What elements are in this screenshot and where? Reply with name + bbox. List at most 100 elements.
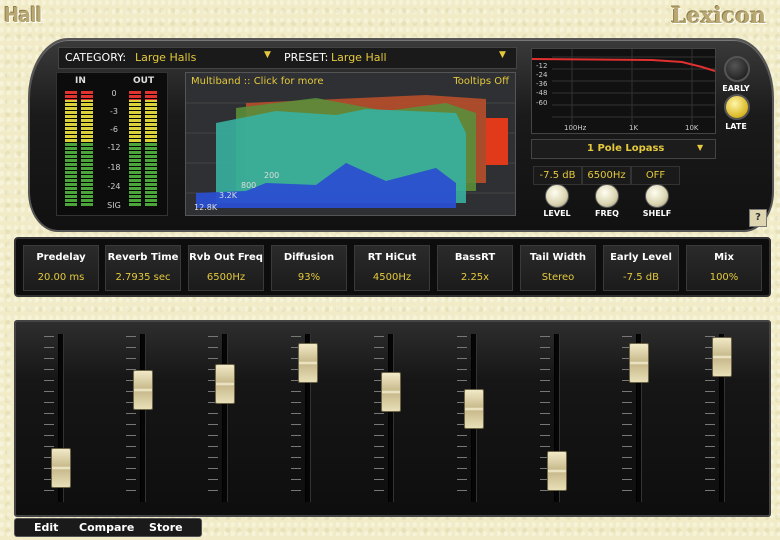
param-name: Early Level	[610, 252, 672, 263]
tooltips-toggle[interactable]: Tooltips Off	[453, 76, 509, 87]
param-name: RT HiCut	[367, 252, 417, 263]
param-name: Mix	[714, 252, 734, 263]
fader-handle-early-level[interactable]	[629, 343, 649, 384]
multiband-link[interactable]: Multiband :: Click for more	[191, 76, 324, 87]
app-title: Hall	[4, 3, 42, 27]
param-name: Reverb Time	[107, 252, 179, 263]
out-meter-left	[129, 91, 141, 206]
param-name: BassRT	[454, 252, 496, 263]
meter-scale-24: -24	[107, 182, 121, 191]
param-mix[interactable]: Mix 100%	[686, 245, 762, 291]
preset-chevron-down-icon[interactable]: ▼	[499, 50, 506, 60]
category-label: CATEGORY:	[65, 51, 127, 64]
late-knob[interactable]	[724, 94, 750, 120]
eq-freq-1k: 1K	[629, 124, 639, 132]
fader-handle-mix[interactable]	[712, 336, 732, 377]
late-label: LATE	[725, 122, 747, 131]
store-button[interactable]: Store	[149, 521, 183, 534]
param-name: Tail Width	[529, 252, 587, 263]
param-value: 93%	[297, 272, 321, 283]
fader-handle-rt-hicut[interactable]	[381, 371, 401, 412]
fader-handle-predelay[interactable]	[51, 448, 71, 489]
level-knob[interactable]	[545, 184, 569, 208]
filter-type-value: 1 Pole Lopass	[587, 143, 665, 154]
lexicon-logo: Lexicon	[670, 3, 766, 29]
fader-handle-diffusion[interactable]	[298, 343, 318, 384]
param-diffusion[interactable]: Diffusion 93%	[271, 245, 347, 291]
fader-ticks	[208, 336, 218, 496]
filter-chevron-down-icon: ▼	[697, 143, 704, 152]
help-button[interactable]: ?	[749, 209, 767, 227]
meter-scale-0: 0	[111, 89, 117, 98]
level-knob-label: LEVEL	[543, 209, 571, 218]
preset-label: PRESET:	[284, 51, 329, 64]
meter-scale-3: -3	[110, 107, 118, 116]
fader-track-rvb-out-freq	[222, 334, 228, 502]
bottom-toolbar: Edit Compare Store	[14, 518, 202, 537]
param-name: Rvb Out Freq	[189, 252, 263, 263]
param-value: Stereo	[541, 272, 575, 283]
eq-db-48: -48	[536, 89, 548, 97]
fader-track-reverb-time	[140, 334, 146, 502]
compare-button[interactable]: Compare	[79, 521, 134, 534]
fader-panel	[14, 320, 771, 517]
param-value: 20.00 ms	[37, 272, 85, 283]
out-meter-label: OUT	[133, 76, 155, 86]
eq-curve-svg	[532, 49, 715, 125]
shelf-knob[interactable]	[645, 184, 669, 208]
meter-scale-sig: SIG	[107, 201, 121, 210]
param-early-level[interactable]: Early Level -7.5 dB	[603, 245, 679, 291]
in-meter-label: IN	[75, 76, 86, 86]
param-name: Diffusion	[283, 252, 335, 263]
param-rvb-out-freq[interactable]: Rvb Out Freq 6500Hz	[188, 245, 264, 291]
freq-knob[interactable]	[595, 184, 619, 208]
multiband-graph[interactable]: Multiband :: Click for more Tooltips Off…	[185, 72, 516, 216]
shelf-knob-label: SHELF	[642, 209, 672, 218]
fader-handle-rvb-out-freq[interactable]	[215, 363, 235, 404]
filter-type-dropdown[interactable]: 1 Pole Lopass ▼	[531, 139, 716, 159]
param-value: -7.5 dB	[623, 272, 659, 283]
eq-db-36: -36	[536, 80, 548, 88]
fader-handle-tail-width[interactable]	[547, 451, 567, 491]
param-tail-width[interactable]: Tail Width Stereo	[520, 245, 596, 291]
eq-freq-100hz: 100Hz	[564, 124, 587, 132]
level-meters: IN OUT 0 -3 -6 -12 -18 -24 SIG	[56, 72, 168, 216]
category-chevron-down-icon[interactable]: ▼	[264, 50, 271, 60]
early-label: EARLY	[722, 84, 750, 93]
param-bassrt[interactable]: BassRT 2.25x	[437, 245, 513, 291]
eq-level-value: -7.5 dB	[533, 166, 582, 185]
eq-db-60: -60	[536, 99, 548, 107]
in-meter-left	[65, 91, 77, 206]
fader-handle-bassrt[interactable]	[464, 388, 484, 429]
category-preset-bar: CATEGORY: Large Halls ▼ PRESET: Large Ha…	[58, 47, 517, 69]
parameter-bar: Predelay 20.00 ms Reverb Time 2.7935 sec R…	[14, 237, 771, 297]
graph-freq-800: 800	[241, 181, 257, 190]
eq-freq-10k: 10K	[685, 124, 699, 132]
meter-scale-12: -12	[107, 143, 121, 152]
fader-track-rt-hicut	[388, 334, 394, 502]
eq-db-12: -12	[536, 62, 548, 70]
param-predelay[interactable]: Predelay 20.00 ms	[23, 245, 99, 291]
eq-freq-value: 6500Hz	[582, 166, 631, 185]
fader-handle-reverb-time[interactable]	[133, 370, 153, 411]
param-value: 6500Hz	[206, 272, 246, 283]
graph-freq-12k: 12.8K	[194, 203, 218, 212]
param-rt-hicut[interactable]: RT HiCut 4500Hz	[354, 245, 430, 291]
eq-shelf-value: OFF	[631, 166, 680, 185]
param-value: 2.7935 sec	[115, 272, 171, 283]
freq-knob-label: FREQ	[595, 209, 619, 218]
graph-freq-3k: 3.2K	[219, 191, 237, 200]
edit-button[interactable]: Edit	[34, 521, 58, 534]
meter-scale-18: -18	[107, 163, 121, 172]
graph-freq-200: 200	[264, 171, 280, 180]
fader-ticks	[374, 336, 384, 496]
out-meter-right	[145, 91, 157, 206]
param-value: 2.25x	[460, 272, 490, 283]
param-reverb-time[interactable]: Reverb Time 2.7935 sec	[105, 245, 181, 291]
eq-curve-graph[interactable]: -12 -24 -36 -48 -60 100Hz 1K 10K	[531, 48, 716, 134]
early-knob[interactable]	[724, 56, 750, 82]
preset-dropdown[interactable]: Large Hall	[331, 51, 387, 64]
category-dropdown[interactable]: Large Halls	[135, 51, 196, 64]
meter-scale-6: -6	[110, 125, 118, 134]
param-value: 4500Hz	[372, 272, 412, 283]
